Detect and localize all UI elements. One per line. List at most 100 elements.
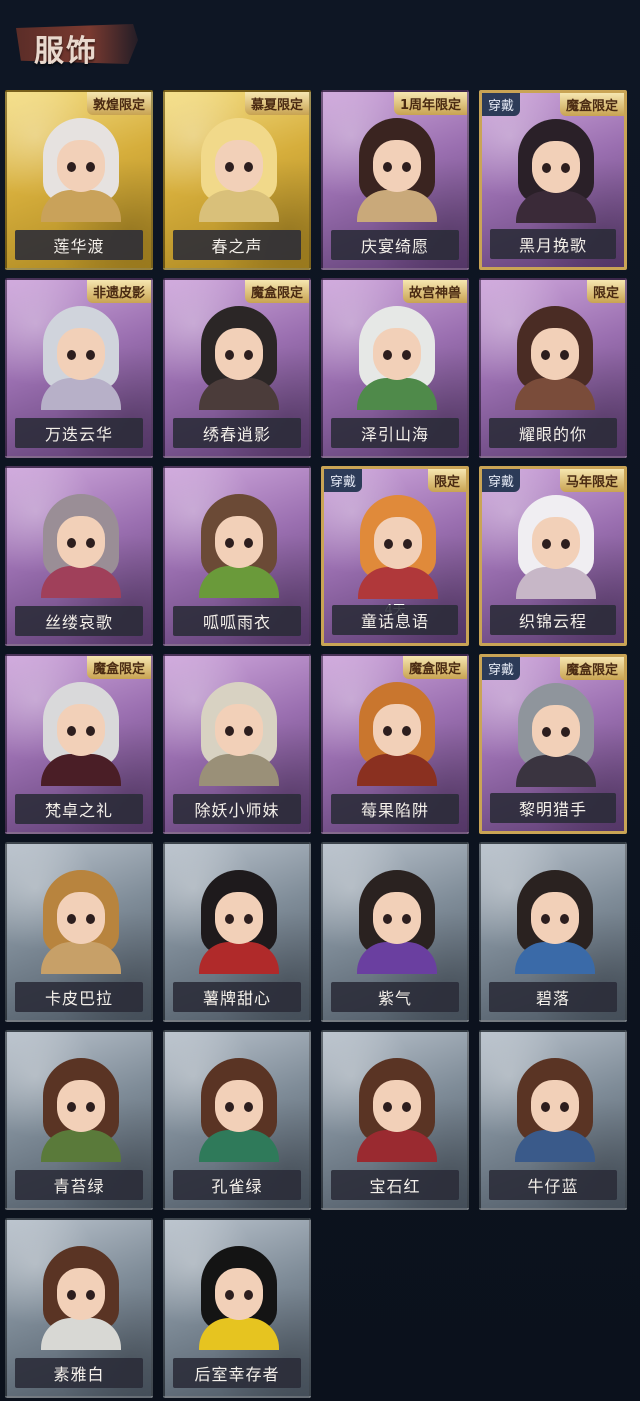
costume-card[interactable]: 后室幸存者 [163,1218,311,1398]
worn-tag: 穿戴 [482,93,521,116]
portrait-eye [86,914,95,924]
costume-card[interactable]: 故宫神兽 泽引山海 [321,278,469,458]
card-label-bar: 薯牌甜心 [173,982,301,1012]
limited-badge: 魔盒限定 [86,656,151,679]
portrait-face [57,1080,105,1132]
costume-name: 呱呱雨衣 [202,613,271,632]
costume-card[interactable]: 慕夏限定 春之声 [163,90,311,270]
costume-card[interactable]: 卡皮巴拉 [5,842,153,1022]
card-label-bar: 黑月挽歌 [490,229,616,259]
character-portrait [189,1246,289,1350]
costume-card[interactable]: 限定 耀眼的你 [479,278,627,458]
costume-card[interactable]: 青苔绿 [5,1030,153,1210]
portrait-face [215,704,263,756]
costume-card[interactable]: 牛仔蓝 [479,1030,627,1210]
costume-name: 素雅白 [53,1365,105,1384]
portrait-eye [67,162,76,172]
limited-badge: 慕夏限定 [244,92,309,115]
costume-card[interactable]: 丝缕哀歌 [5,466,153,646]
portrait-eye [383,1102,392,1112]
costume-card[interactable]: 魔盒限定 梵卓之礼 [5,654,153,834]
card-label-bar: 万迭云华 [15,418,143,448]
portrait-eye [560,350,569,360]
portrait-eye [402,350,411,360]
card-label-bar: 后室幸存者 [173,1358,301,1388]
portrait-eye [403,539,412,549]
character-portrait [189,306,289,410]
portrait-face [532,705,580,757]
card-label-bar: 紫气 [331,982,459,1012]
costume-card[interactable]: 除妖小师妹 [163,654,311,834]
costume-card[interactable]: 魔盒限定 穿戴 黎明猎手 [479,654,627,834]
costume-card[interactable]: 非遗皮影 万迭云华 [5,278,153,458]
costume-name: 卡皮巴拉 [44,989,113,1008]
costume-card[interactable]: 孔雀绿 [163,1030,311,1210]
card-label-bar: 织锦云程 [490,605,616,635]
limited-badge: 故宫神兽 [402,280,467,303]
portrait-eye [402,726,411,736]
costume-name: 薯牌甜心 [202,989,271,1008]
costume-name: 除妖小师妹 [194,801,280,820]
portrait-eye [383,162,392,172]
portrait-eye [244,538,253,548]
costume-card[interactable]: 宝石红 [321,1030,469,1210]
costume-card[interactable]: 魔盒限定 穿戴黑月挽歌 [479,90,627,270]
portrait-face [215,140,263,192]
costume-card[interactable]: 马年限定 穿戴织锦云程 [479,466,627,646]
portrait-eye [225,538,234,548]
card-label-bar: 除妖小师妹 [173,794,301,824]
character-portrait [31,306,131,410]
costume-card[interactable]: 薯牌甜心 [163,842,311,1022]
limited-badge: 马年限定 [559,469,624,492]
portrait-eye [542,163,551,173]
page-title: 服饰 [34,34,98,69]
card-label-bar: 青苔绿 [15,1170,143,1200]
costume-name: 碧落 [535,989,570,1008]
character-portrait [31,494,131,598]
portrait-face [373,704,421,756]
character-portrait [506,119,606,223]
portrait-eye [383,914,392,924]
costume-name: 后室幸存者 [194,1365,280,1384]
character-portrait [31,1246,131,1350]
card-label-bar: 孔雀绿 [173,1170,301,1200]
portrait-eye [244,1102,253,1112]
character-portrait [189,1058,289,1162]
character-portrait [31,1058,131,1162]
costume-name: 莓果陷阱 [360,801,429,820]
portrait-eye [67,1102,76,1112]
portrait-eye [561,163,570,173]
portrait-eye [561,727,570,737]
portrait-eye [225,726,234,736]
portrait-eye [541,350,550,360]
worn-tag: 穿戴 [324,469,363,492]
character-portrait [189,682,289,786]
costume-card[interactable]: 魔盒限定 莓果陷阱 [321,654,469,834]
portrait-eye [225,1102,234,1112]
costume-card[interactable]: 1周年限定 庆宴绮愿 [321,90,469,270]
costume-card[interactable]: 敦煌限定 莲华渡 [5,90,153,270]
character-portrait [505,306,605,410]
portrait-eye [542,727,551,737]
section-header: 服饰 [8,8,138,74]
portrait-eye [541,914,550,924]
costume-name: 织锦云程 [518,612,587,631]
portrait-eye [86,350,95,360]
costume-card[interactable]: 魔盒限定 绣春逍影 [163,278,311,458]
limited-badge: 1周年限定 [393,92,467,115]
portrait-eye [244,726,253,736]
costume-name: 童话息语 [360,612,429,631]
costume-name: 牛仔蓝 [527,1177,579,1196]
costume-card[interactable]: 紫气 [321,842,469,1022]
portrait-eye [86,162,95,172]
costume-card[interactable]: 素雅白 [5,1218,153,1398]
portrait-eye [225,1290,234,1300]
costume-card[interactable]: 碧落 [479,842,627,1022]
portrait-face [57,1268,105,1320]
portrait-eye [67,726,76,736]
character-portrait [31,682,131,786]
costume-card[interactable]: 呱呱雨衣 [163,466,311,646]
worn-tag: 穿戴 [482,469,521,492]
limited-badge: 魔盒限定 [559,93,624,116]
costume-card[interactable]: 限定穿戴4天童话息语 [321,466,469,646]
